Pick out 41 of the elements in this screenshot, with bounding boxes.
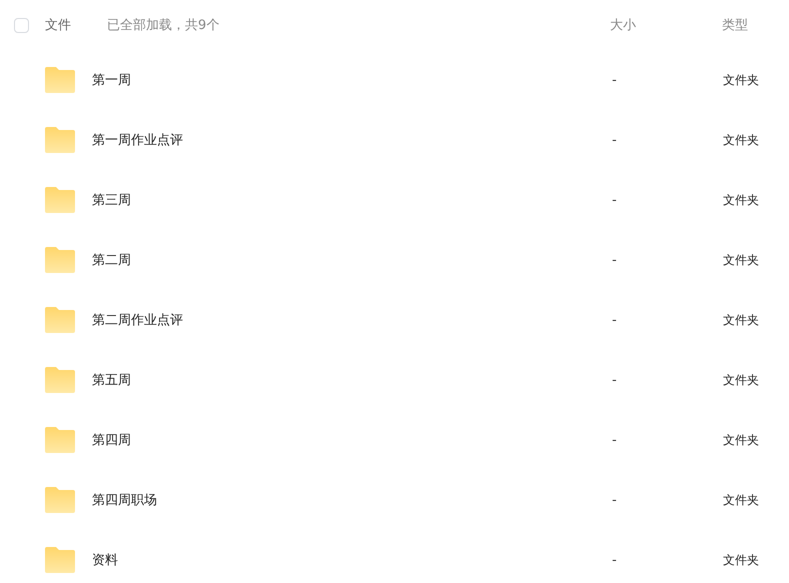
file-size: - bbox=[612, 432, 618, 448]
type-column-header[interactable]: 类型 bbox=[722, 16, 748, 34]
file-size: - bbox=[612, 72, 618, 88]
file-type: 文件夹 bbox=[723, 72, 759, 88]
folder-icon bbox=[45, 427, 75, 453]
folder-name[interactable]: 第三周 bbox=[92, 191, 612, 209]
folder-icon bbox=[45, 307, 75, 333]
file-size: - bbox=[612, 552, 618, 568]
file-size: - bbox=[612, 252, 618, 268]
folder-icon bbox=[45, 127, 75, 153]
name-column-header[interactable]: 文件 bbox=[45, 16, 107, 34]
folder-name[interactable]: 第二周作业点评 bbox=[92, 311, 612, 329]
file-type: 文件夹 bbox=[723, 552, 759, 568]
file-size: - bbox=[612, 492, 618, 508]
file-size: - bbox=[612, 132, 618, 148]
file-type: 文件夹 bbox=[723, 372, 759, 388]
folder-icon bbox=[45, 367, 75, 393]
file-size: - bbox=[612, 372, 618, 388]
select-all-checkbox[interactable] bbox=[14, 18, 29, 32]
folder-name[interactable]: 第一周作业点评 bbox=[92, 131, 612, 149]
file-size: - bbox=[612, 192, 618, 208]
file-size: - bbox=[612, 312, 618, 328]
folder-name[interactable]: 第四周职场 bbox=[92, 491, 612, 509]
folder-name[interactable]: 资料 bbox=[92, 551, 612, 569]
file-type: 文件夹 bbox=[723, 312, 759, 328]
file-type: 文件夹 bbox=[723, 432, 759, 448]
file-type: 文件夹 bbox=[723, 132, 759, 148]
folder-icon bbox=[45, 67, 75, 93]
folder-name[interactable]: 第一周 bbox=[92, 71, 612, 89]
size-column-header[interactable]: 大小 bbox=[610, 16, 722, 34]
folder-icon bbox=[45, 187, 75, 213]
file-type: 文件夹 bbox=[723, 252, 759, 268]
file-type: 文件夹 bbox=[723, 192, 759, 208]
folder-name[interactable]: 第四周 bbox=[92, 431, 612, 449]
file-type: 文件夹 bbox=[723, 492, 759, 508]
folder-name[interactable]: 第二周 bbox=[92, 251, 612, 269]
folder-name[interactable]: 第五周 bbox=[92, 371, 612, 389]
load-status: 已全部加载，共9个 bbox=[107, 17, 220, 34]
folder-icon bbox=[45, 247, 75, 273]
folder-icon bbox=[45, 547, 75, 573]
folder-icon bbox=[45, 487, 75, 513]
